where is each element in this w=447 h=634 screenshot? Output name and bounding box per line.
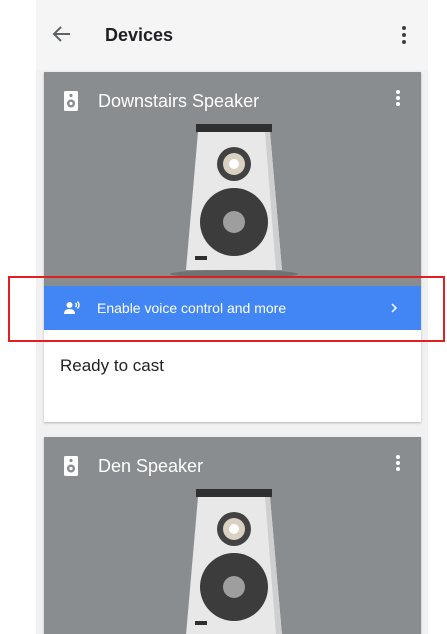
- page-title: Devices: [105, 25, 174, 45]
- enable-voice-control-banner[interactable]: Enable voice control and more: [44, 286, 421, 330]
- device-header: Den Speaker: [64, 455, 203, 477]
- voice-person-icon: [64, 301, 80, 314]
- device-hero: Downstairs Speaker: [44, 72, 421, 286]
- enable-voice-control-label: Enable voice control and more: [97, 300, 287, 316]
- device-card-downstairs-speaker[interactable]: Downstairs Speaker Enable voice control …: [44, 72, 421, 422]
- app-bar: Devices: [36, 0, 428, 70]
- device-status: Ready to cast: [60, 356, 164, 375]
- speaker-icon: [64, 91, 78, 111]
- speaker-illustration: [170, 124, 298, 278]
- chevron-right-icon: [391, 303, 398, 313]
- speaker-icon: [64, 456, 78, 476]
- device-card-den-speaker[interactable]: Den Speaker: [44, 437, 421, 634]
- device-name: Den Speaker: [98, 456, 204, 476]
- more-vert-icon[interactable]: [395, 89, 401, 107]
- more-vert-icon[interactable]: [395, 454, 401, 472]
- speaker-illustration: [186, 489, 282, 634]
- arrow-back-icon[interactable]: [52, 22, 72, 46]
- devices-screen: Devices Downstairs Speaker Enable voice …: [36, 0, 428, 634]
- device-header: Downstairs Speaker: [64, 90, 259, 112]
- more-vert-icon[interactable]: [400, 24, 408, 46]
- device-name: Downstairs Speaker: [98, 91, 260, 111]
- device-hero: Den Speaker: [44, 437, 421, 634]
